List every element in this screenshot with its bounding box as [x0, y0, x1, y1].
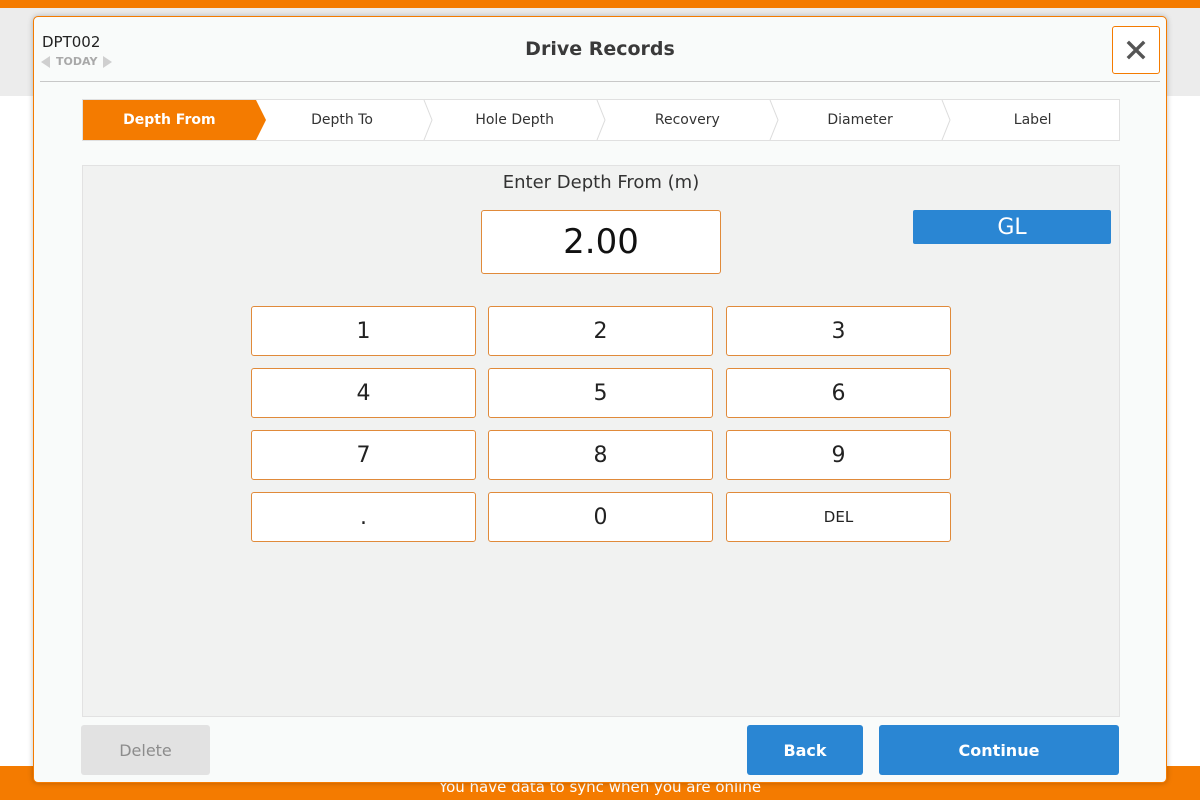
- key-9[interactable]: 9: [726, 430, 951, 480]
- step-label: Depth From: [123, 112, 216, 128]
- step-progress: Depth From Depth To Hole Depth Recovery …: [82, 99, 1120, 141]
- step-label: Depth To: [311, 112, 373, 128]
- key-decimal[interactable]: .: [251, 492, 476, 542]
- step-separator: [941, 100, 951, 140]
- entry-panel: Enter Depth From (m) 2.00 GL 1 2 3 4 5 6…: [82, 165, 1120, 717]
- ground-level-button[interactable]: GL: [913, 210, 1111, 244]
- key-5[interactable]: 5: [488, 368, 713, 418]
- step-label: Label: [1013, 112, 1052, 128]
- step-label: Hole Depth: [475, 112, 555, 128]
- step-separator: [423, 100, 433, 140]
- step-recovery[interactable]: Recovery: [601, 100, 779, 140]
- key-7[interactable]: 7: [251, 430, 476, 480]
- gl-label: GL: [997, 214, 1027, 240]
- depth-value-display[interactable]: 2.00: [481, 210, 721, 274]
- drive-records-modal: DPT002 TODAY Drive Records Depth From De…: [33, 16, 1167, 783]
- key-1[interactable]: 1: [251, 306, 476, 356]
- close-button[interactable]: [1112, 26, 1160, 74]
- step-separator: [596, 100, 606, 140]
- key-0[interactable]: 0: [488, 492, 713, 542]
- back-button[interactable]: Back: [747, 725, 863, 775]
- modal-title: Drive Records: [525, 38, 675, 60]
- depth-value: 2.00: [563, 222, 639, 262]
- key-3[interactable]: 3: [726, 306, 951, 356]
- key-6[interactable]: 6: [726, 368, 951, 418]
- header-divider: [40, 81, 1160, 82]
- step-separator: [769, 100, 779, 140]
- step-depth-to[interactable]: Depth To: [256, 100, 433, 140]
- close-icon: [1126, 40, 1146, 60]
- app-top-bar: [0, 0, 1200, 8]
- step-hole-depth[interactable]: Hole Depth: [428, 100, 606, 140]
- step-label: Recovery: [654, 112, 720, 128]
- key-8[interactable]: 8: [488, 430, 713, 480]
- step-label-tab[interactable]: Label: [946, 100, 1119, 140]
- step-label: Diameter: [827, 112, 893, 128]
- step-depth-from[interactable]: Depth From: [83, 100, 266, 140]
- key-delete[interactable]: DEL: [726, 492, 951, 542]
- key-2[interactable]: 2: [488, 306, 713, 356]
- key-4[interactable]: 4: [251, 368, 476, 418]
- step-diameter[interactable]: Diameter: [774, 100, 951, 140]
- continue-button[interactable]: Continue: [879, 725, 1119, 775]
- delete-button[interactable]: Delete: [81, 725, 210, 775]
- entry-prompt: Enter Depth From (m): [502, 172, 700, 193]
